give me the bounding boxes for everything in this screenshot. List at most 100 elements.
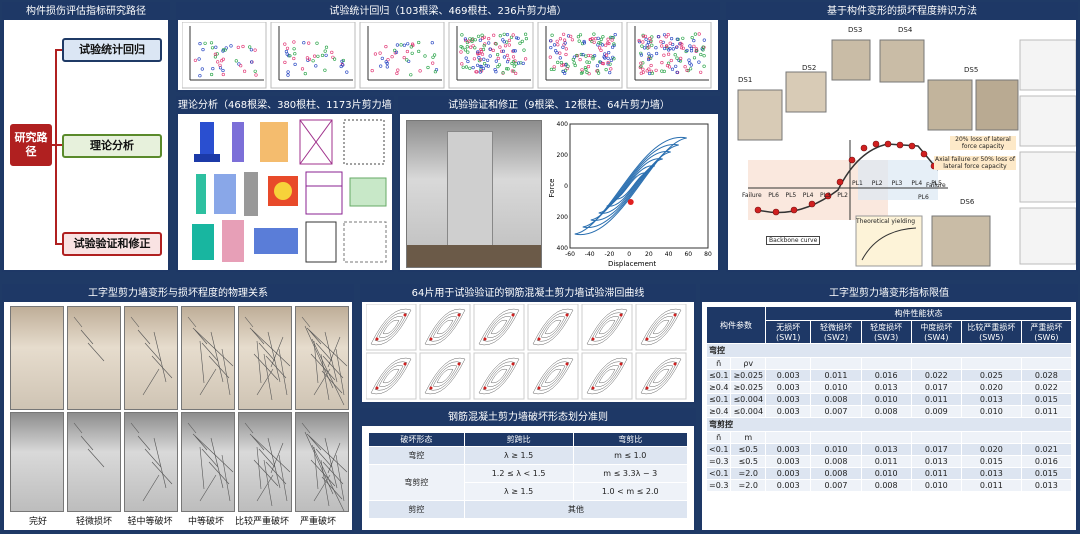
limits-cell: 0.010 [810, 381, 862, 394]
limits-cell: ≤0.1 [705, 393, 732, 406]
limits-cell: =0.3 [705, 479, 732, 492]
hysteresis-marker [627, 199, 634, 205]
route-item-verification: 试验验证和修正 [62, 232, 162, 256]
performance-point [896, 141, 904, 149]
limits-cell: 0.020 [960, 381, 1022, 394]
pl-bottom-5: PL5 [785, 192, 797, 199]
limits-col-label: m [730, 431, 767, 444]
limits-panel: 工字型剪力墙变形指标限值 构件参数 构件性能状态 无损坏 (SW1) 轻微损坏 … [700, 284, 1078, 532]
limits-col-label: ρv [730, 357, 767, 370]
route-key-label: 研究路径 [10, 124, 52, 166]
criteria-title: 钢筋混凝土剪力墙破坏形态划分准则 [362, 410, 694, 426]
finite-element-models [192, 119, 387, 263]
test-setup-photo [406, 120, 542, 268]
wall-photo-top [67, 306, 121, 410]
method-title: 基于构件变形的损坏程度辨识方法 [728, 4, 1076, 20]
performance-point [908, 142, 916, 150]
limits-state-sw5: 比较严重损坏 (SW5) [960, 320, 1022, 344]
ds5-label: DS5 [964, 66, 979, 74]
limits-cell: 0.016 [860, 369, 912, 382]
curve-thumbnail [581, 352, 633, 400]
failure-right: Failure [926, 182, 946, 189]
criteria-panel: 钢筋混凝土剪力墙破坏形态划分准则 破坏形态 剪跨比 弯剪比 弯控 λ ≥ 1.5… [360, 408, 696, 532]
limits-cell: 0.008 [810, 467, 862, 480]
wall-photos-panel: 工字型剪力墙变形与损坏程度的物理关系 完好 轻微损坏 轻中等破坏 中等破坏 比较… [2, 284, 354, 532]
statistics-scatter-plots [182, 22, 712, 89]
wall-photo-top [238, 306, 292, 410]
curve-thumbnail [473, 352, 525, 400]
performance-point [790, 206, 798, 214]
limits-cell: 0.011 [810, 369, 862, 382]
limits-cell: 0.020 [960, 443, 1022, 456]
curve-thumbnail [635, 352, 687, 400]
note-backbone-curve: Backbone curve [766, 236, 821, 245]
statistics-title: 试验统计回归（103根梁、469根柱、236片剪力墙） [178, 4, 718, 20]
limits-cell: 0.016 [1020, 455, 1073, 468]
wall-state-4: 比较严重破坏 [234, 517, 289, 527]
limits-cell: 0.017 [910, 381, 962, 394]
pl-bottom-4: PL4 [802, 192, 814, 199]
wall-state-2: 轻中等破坏 [127, 517, 173, 527]
criteria-mv: m ≤ 3.3λ − 3 [572, 464, 688, 483]
criteria-header-mv: 弯剪比 [572, 432, 688, 447]
wall-photo-top [295, 306, 349, 410]
limits-col-label: n̄ [705, 357, 732, 370]
limits-empty-cell [910, 357, 962, 370]
limits-empty-cell [860, 357, 912, 370]
limits-cell: ≥0.4 [705, 405, 732, 418]
note-axial-failure: Axial failure or 50% loss of lateral for… [934, 156, 1016, 170]
limits-cell: 0.003 [765, 455, 812, 468]
limits-cell: 0.010 [860, 467, 912, 480]
limits-cell: 0.011 [960, 479, 1022, 492]
limits-cell: ≤0.5 [730, 443, 767, 456]
limits-cell: ≤0.5 [730, 455, 767, 468]
limits-state-sw2: 轻微损坏 (SW2) [810, 320, 862, 344]
limits-empty-cell [860, 431, 912, 444]
wall-photo-bottom [238, 412, 292, 512]
hysteresis-chart: Displacement Force -60 -40 -20 0 20 40 60 80 400… [548, 121, 712, 268]
criteria-mode: 弯剪控 [368, 464, 465, 501]
method-panel: 基于构件变形的损坏程度辨识方法 DS1 DS2 DS3 DS4 DS5 DS6 … [726, 2, 1078, 272]
performance-point [920, 150, 928, 158]
pl-labels-bottom: Failure PL6 PL5 PL4 PL3 PL2 [742, 192, 848, 199]
ds3-label: DS3 [848, 26, 863, 34]
limits-empty-cell [810, 431, 862, 444]
limits-cell: 0.010 [960, 405, 1022, 418]
limits-cell: 0.003 [765, 393, 812, 406]
hysteresis-xtick: -20 [605, 251, 615, 258]
performance-point [754, 206, 762, 214]
pl-bottom-6: PL6 [768, 192, 779, 199]
damage-method-diagram [737, 39, 1076, 267]
criteria-mv: m ≤ 1.0 [572, 446, 688, 465]
limits-cell: <0.1 [705, 467, 732, 480]
curve-thumbnail [527, 304, 579, 351]
curve-thumbnail [366, 352, 417, 400]
hysteresis-xtick: -40 [585, 251, 595, 258]
performance-point [860, 144, 868, 152]
limits-param-header: 构件参数 [705, 306, 767, 344]
wall-photo-bottom [10, 412, 64, 512]
limits-cell: 0.007 [810, 479, 862, 492]
limits-cell: =0.3 [705, 455, 732, 468]
curve-thumbnail [527, 352, 579, 400]
statistics-panel: 试验统计回归（103根梁、469根柱、236片剪力墙） [176, 2, 720, 92]
limits-cell: ≥0.025 [730, 369, 767, 382]
criteria-mv: 1.0 < m ≤ 2.0 [572, 482, 688, 501]
limits-cell: 0.003 [765, 479, 812, 492]
wall-photo-bottom [67, 412, 121, 512]
wall-photo-bottom [124, 412, 178, 512]
limits-state-sw4: 中度损坏 (SW4) [910, 320, 962, 344]
limits-cell: 0.003 [765, 467, 812, 480]
ds1-label: DS1 [738, 76, 753, 84]
limits-empty-cell [810, 357, 862, 370]
limits-cell: 0.015 [1020, 393, 1073, 406]
limits-cell: 0.025 [960, 369, 1022, 382]
note-theoretical-yielding: Theoretical yielding [856, 218, 916, 225]
criteria-table-wrap: 破坏形态 剪跨比 弯剪比 弯控 λ ≥ 1.5 m ≤ 1.0 弯剪控 1.2 … [368, 432, 689, 519]
performance-point [884, 140, 892, 148]
limits-cell: 0.017 [910, 443, 962, 456]
pl-bottom-failure: Failure [742, 192, 762, 199]
ds2-label: DS2 [802, 64, 817, 72]
criteria-ratio: λ ≥ 1.5 [463, 482, 574, 501]
curves-title: 64片用于试验验证的钢筋混凝土剪力墙试验滞回曲线 [362, 286, 694, 302]
